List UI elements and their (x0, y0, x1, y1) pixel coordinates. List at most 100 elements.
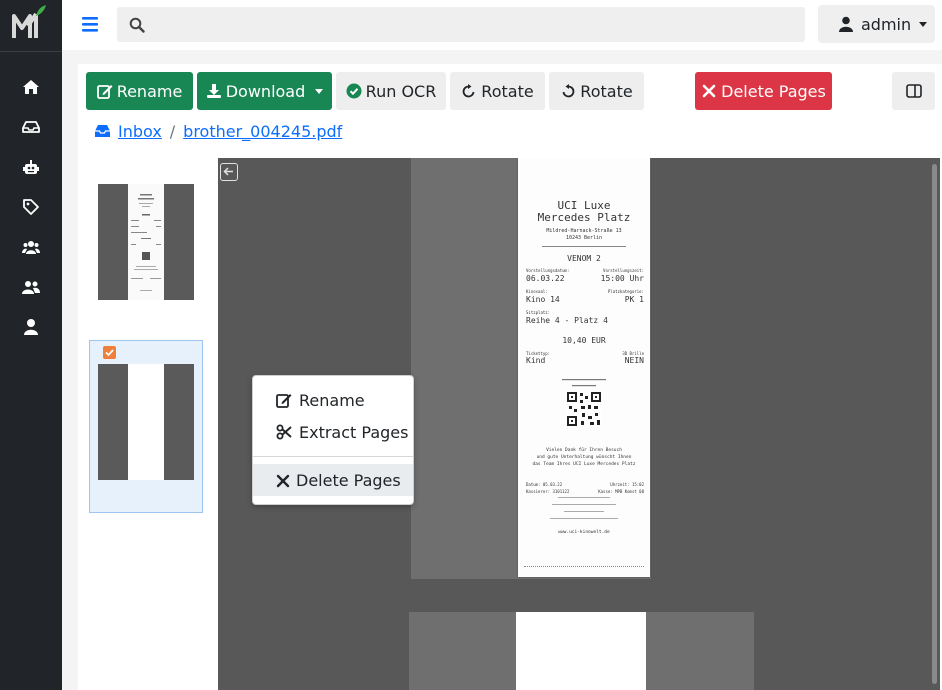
rename-button[interactable]: Rename (86, 72, 193, 110)
close-icon (276, 474, 290, 488)
user-friends-icon (22, 281, 40, 294)
rotate-clockwise-button[interactable]: Rotate (450, 72, 545, 110)
receipt-address2: 10243 Berlin (565, 235, 603, 241)
collapse-thumbnails-button[interactable] (220, 163, 238, 181)
next-page-scan (409, 612, 754, 690)
rotate-right-icon (462, 84, 475, 98)
rotate-ccw-label: Rotate (580, 81, 633, 101)
receipt-price: 10,40 EUR (562, 336, 606, 345)
receipt-date: 06.03.22 (526, 274, 565, 283)
receipt-fine-print (550, 497, 618, 519)
page-context-menu: Rename Extract Pages Delete Pages (252, 375, 414, 505)
receipt-time-label: Vorstellungszeit: (603, 268, 644, 273)
receipt-footer-kasse: Kasse: MPB Komst 08 (598, 489, 644, 494)
breadcrumb: Inbox / brother_004245.pdf (94, 120, 342, 142)
search-box (117, 7, 805, 42)
layout-columns-icon (905, 84, 922, 98)
check-circle-icon (346, 83, 362, 99)
sidebar-item-automation[interactable] (0, 151, 62, 183)
download-label: Download (225, 81, 306, 101)
sidebar-item-home[interactable] (0, 71, 62, 103)
context-menu-rename-label: Rename (299, 390, 365, 410)
context-menu-rename[interactable]: Rename (253, 384, 413, 416)
rotate-left-icon (562, 84, 575, 98)
check-icon (105, 349, 114, 357)
rotate-counterclockwise-button[interactable]: Rotate (549, 72, 644, 110)
thumbnail-content (131, 194, 161, 291)
sidebar-item-inbox[interactable] (0, 111, 62, 143)
breadcrumb-file-link[interactable]: brother_004245.pdf (183, 122, 342, 141)
page-thumbnail-selected[interactable] (89, 340, 203, 513)
user-icon (839, 16, 853, 32)
edit-icon (276, 394, 292, 408)
search-input[interactable] (157, 7, 797, 42)
receipt-footer-date: Datum: 05.03.22 (526, 482, 563, 487)
page-thumbnail[interactable] (98, 184, 194, 300)
receipt-website: www.uci-kinowelt.de (558, 530, 610, 535)
qr-code-icon (562, 379, 606, 426)
receipt-hall-label: Kinosaal: (526, 289, 548, 294)
receipt-date-label: Vorstellungsdatum: (526, 268, 570, 273)
context-menu-extract[interactable]: Extract Pages (253, 416, 413, 448)
receipt-seat: Reihe 4 - Platz 4 (526, 316, 608, 325)
arrow-left-icon (223, 167, 233, 176)
user-menu-button[interactable]: admin (818, 5, 935, 43)
hamburger-menu-icon[interactable] (82, 15, 98, 33)
receipt-title2: Mercedes Platz (537, 211, 631, 224)
receipt-page: UCI Luxe Mercedes Platz Mildred-Harnack-… (518, 158, 650, 577)
viewer-scrollbar[interactable] (932, 164, 937, 684)
sidebar-item-users[interactable] (0, 271, 62, 303)
receipt-seat-label: Sitzplatz: (526, 310, 551, 315)
context-menu-delete[interactable]: Delete Pages (253, 464, 413, 496)
users-group-icon (22, 241, 40, 254)
download-dropdown-button[interactable]: Download (197, 72, 332, 110)
run-ocr-label: Run OCR (365, 81, 437, 101)
receipt-footer-cashier: Kassierer: 3101122 (526, 489, 570, 494)
close-icon (702, 84, 716, 98)
sidebar-item-tags[interactable] (0, 191, 62, 223)
download-icon (206, 84, 221, 98)
receipt-type: Kind (526, 356, 546, 365)
search-icon (129, 17, 145, 33)
receipt-address1: Mildred-Harnack-Straße 13 (546, 228, 622, 234)
scissors-icon (276, 424, 292, 440)
user-menu-label: admin (861, 14, 912, 34)
tags-icon (23, 199, 39, 215)
run-ocr-button[interactable]: Run OCR (336, 72, 446, 110)
rename-label: Rename (116, 81, 183, 101)
sidebar-item-groups[interactable] (0, 231, 62, 263)
receipt-thanks2: und gute Unterhaltung wünscht Ihnen (536, 455, 632, 460)
home-icon (23, 80, 39, 94)
thumbnail-image (98, 364, 194, 480)
toggle-sidebar-button[interactable] (892, 72, 935, 110)
chevron-down-icon (919, 21, 928, 27)
logo-icon[interactable] (10, 4, 50, 42)
chevron-down-icon (315, 88, 324, 94)
receipt-time: 15:00 Uhr (600, 274, 644, 283)
sidebar-item-profile[interactable] (0, 311, 62, 343)
robot-icon (23, 160, 39, 174)
inbox-icon (95, 125, 110, 137)
receipt-footer-time: Uhrzeit: 15:02 (610, 482, 644, 487)
context-menu-delete-label: Delete Pages (296, 470, 401, 490)
receipt-thanks3: das Team Ihres UCI Luxe Mercedes Platz (532, 462, 636, 467)
breadcrumb-inbox-link[interactable]: Inbox (118, 122, 162, 141)
user-icon (24, 319, 38, 335)
delete-pages-label: Delete Pages (721, 81, 826, 101)
topbar: admin (62, 0, 942, 50)
sidebar (0, 0, 62, 690)
edit-icon (96, 85, 113, 99)
receipt-glasses: NEIN (624, 356, 644, 365)
receipt-thanks1: Vielen Dank für Ihren Besuch (546, 448, 622, 453)
rotate-cw-label: Rotate (481, 81, 534, 101)
receipt-cat-label: Platzkategorie: (607, 289, 644, 294)
receipt-movie: VENOM 2 (567, 254, 601, 263)
inbox-icon (22, 121, 40, 133)
context-menu-extract-label: Extract Pages (299, 422, 409, 442)
page-select-checkbox[interactable] (103, 346, 116, 359)
breadcrumb-separator: / (169, 121, 176, 141)
receipt-hall: Kino 14 (526, 295, 560, 304)
receipt-cat: PK 1 (624, 295, 644, 304)
document-panel: Rename Download Run OCR Rotate Rotate De… (78, 64, 942, 690)
delete-pages-button[interactable]: Delete Pages (695, 72, 832, 110)
